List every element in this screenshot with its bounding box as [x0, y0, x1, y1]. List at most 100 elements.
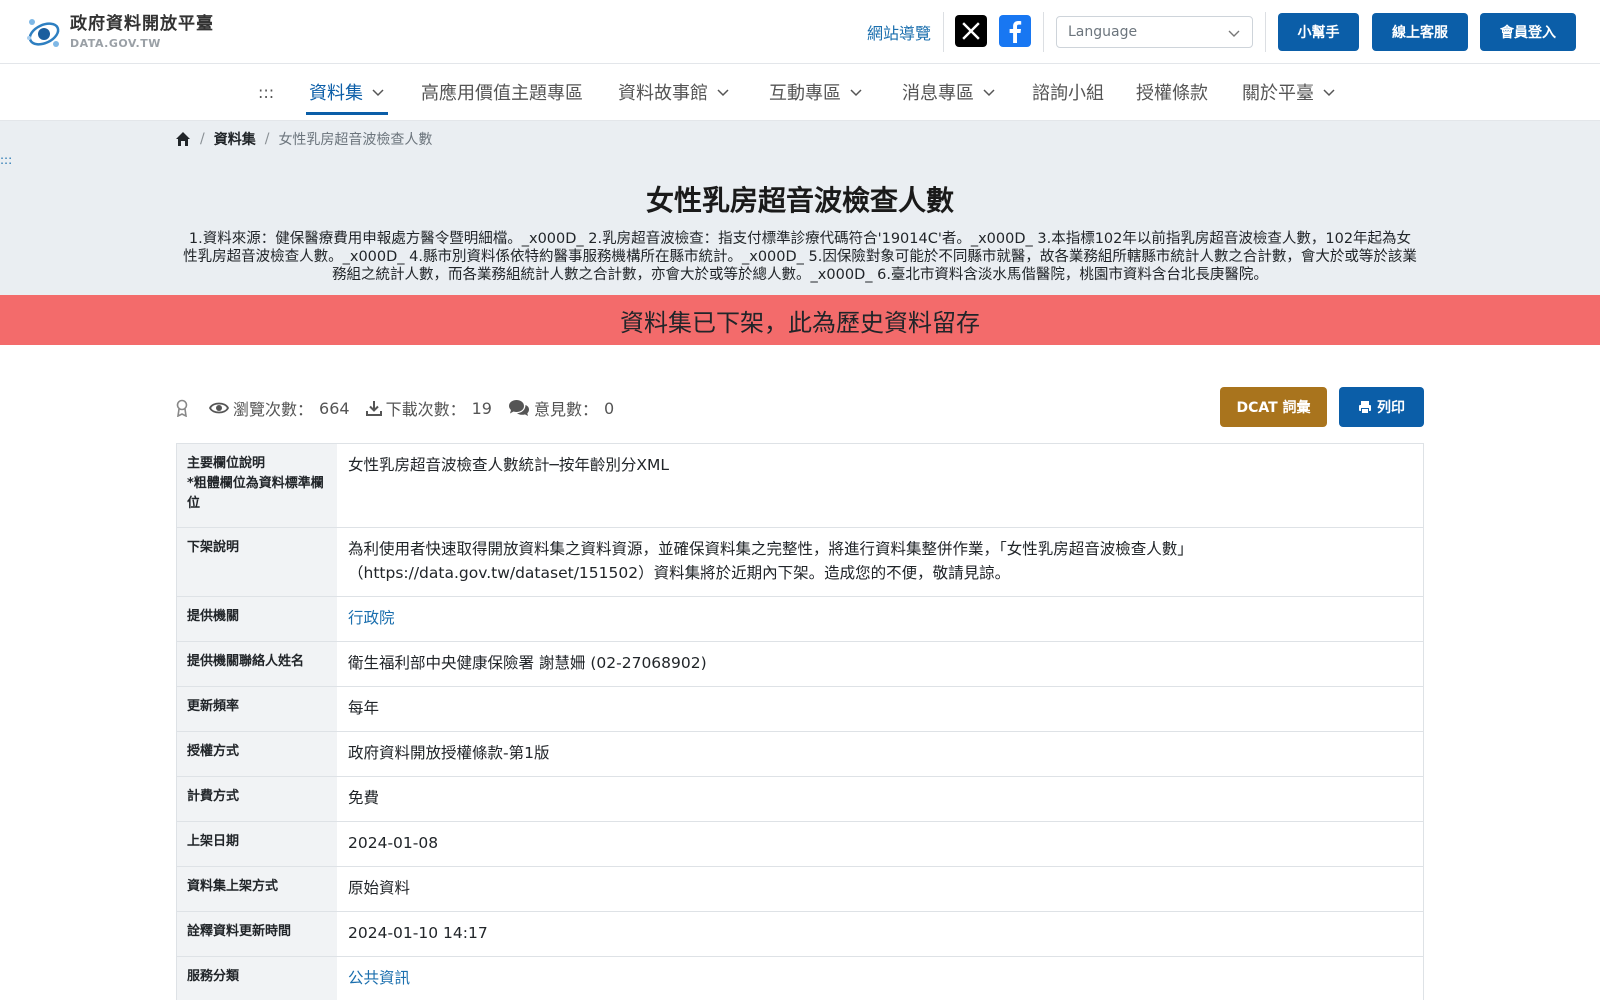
row-label: 下架說明	[177, 528, 337, 596]
logo-subtitle: DATA.GOV.TW	[70, 36, 161, 50]
table-row: 主要欄位說明 *粗體欄位為資料標準欄位 女性乳房超音波檢查人數統計─按年齡別分X…	[177, 444, 1423, 528]
table-row: 計費方式 免費	[177, 777, 1423, 822]
table-row: 授權方式 政府資料開放授權條款-第1版	[177, 732, 1423, 777]
table-row: 資料集上架方式 原始資料	[177, 867, 1423, 912]
nav-item-high-value[interactable]: 高應用價值主題專區	[421, 78, 583, 106]
breadcrumb-separator: /	[264, 131, 270, 147]
row-label: 提供機關	[177, 597, 337, 641]
row-label: 上架日期	[177, 822, 337, 866]
comments-stat: 意見數： 0	[508, 396, 614, 420]
page-title: 女性乳房超音波檢查人數	[645, 184, 954, 217]
table-row: 提供機關 行政院	[177, 597, 1423, 642]
nav-item-about[interactable]: 關於平臺	[1242, 78, 1336, 106]
nav-active-indicator	[306, 112, 388, 115]
dataset-stats: 瀏覽次數： 664 下載次數： 19 意見數： 0	[175, 394, 630, 422]
row-label: 詮釋資料更新時間	[177, 912, 337, 956]
main-field-label: 主要欄位說明	[187, 456, 266, 471]
nav-item-label: 授權條款	[1136, 83, 1208, 104]
nav-item-label: 諮詢小組	[1032, 83, 1104, 104]
login-button[interactable]: 會員登入	[1480, 13, 1576, 51]
breadcrumb-separator: /	[200, 131, 205, 147]
eye-icon	[209, 402, 229, 414]
table-row: 更新頻率 每年	[177, 687, 1423, 732]
nav-item-interactive[interactable]: 互動專區	[769, 78, 863, 106]
table-row: 上架日期 2024-01-08	[177, 822, 1423, 867]
content-accesskey[interactable]: :::	[0, 153, 12, 167]
dataset-description: 1.資料來源：健保醫療費用申報處方醫令暨明細檔。_x000D_ 2.乳房超音波檢…	[183, 231, 1417, 283]
downloads-label: 下載次數：	[385, 400, 466, 419]
language-select[interactable]: Language	[1056, 16, 1253, 48]
row-label: 主要欄位說明 *粗體欄位為資料標準欄位	[177, 444, 337, 527]
nav-accesskey[interactable]: :::	[258, 78, 274, 106]
main-field-note: *粗體欄位為資料標準欄位	[187, 476, 324, 511]
language-select-value: Language	[1068, 24, 1138, 40]
sitemap-link[interactable]: 網站導覽	[867, 20, 931, 44]
home-icon[interactable]	[175, 131, 191, 147]
online-support-button[interactable]: 線上客服	[1372, 13, 1468, 51]
dataset-title-region: / 資料集 / 女性乳房超音波檢查人數 ::: 女性乳房超音波檢查人數 1.資料…	[0, 121, 1600, 295]
views-stat: 瀏覽次數： 664	[209, 396, 350, 420]
nav-item-label: 消息專區	[902, 83, 974, 104]
comments-label: 意見數：	[533, 400, 598, 419]
header-divider	[943, 12, 944, 52]
breadcrumb-current: 女性乳房超音波檢查人數	[278, 132, 433, 148]
row-value: 2024-01-10 14:17	[348, 924, 488, 942]
delisted-banner: 資料集已下架，此為歷史資料留存	[0, 295, 1600, 345]
header-divider	[1265, 12, 1266, 52]
x-logo-icon	[962, 22, 980, 40]
views-label: 瀏覽次數：	[233, 400, 314, 419]
dcat-vocabulary-button[interactable]: DCAT 詞彙	[1220, 387, 1327, 427]
chevron-down-icon	[1228, 30, 1240, 37]
nav-item-label: 互動專區	[769, 83, 841, 104]
facebook-share-button[interactable]	[999, 15, 1031, 47]
comments-icon	[508, 400, 529, 416]
dataset-info-table: 主要欄位說明 *粗體欄位為資料標準欄位 女性乳房超音波檢查人數統計─按年齡別分X…	[176, 443, 1424, 1000]
row-label: 更新頻率	[177, 687, 337, 731]
nav-item-advisory[interactable]: 諮詢小組	[1032, 78, 1104, 106]
row-value: 2024-01-08	[348, 834, 439, 852]
printer-icon	[1359, 401, 1371, 414]
download-icon	[365, 401, 382, 416]
nav-item-datasets[interactable]: 資料集	[309, 78, 385, 106]
nav-item-label: 高應用價值主題專區	[421, 83, 583, 104]
table-row: 提供機關聯絡人姓名 衛生福利部中央健康保險署 謝慧姍 (02-27068902)	[177, 642, 1423, 687]
row-value: 公共資訊	[337, 957, 1423, 1000]
chevron-down-icon	[1323, 89, 1335, 97]
helper-button[interactable]: 小幫手	[1278, 13, 1359, 51]
row-value: 免費	[348, 789, 380, 807]
x-share-button[interactable]	[955, 15, 987, 47]
row-label: 計費方式	[177, 777, 337, 821]
facebook-logo-icon	[1009, 21, 1022, 43]
chevron-down-icon	[717, 89, 729, 97]
site-logo[interactable]: 政府資料開放平臺 DATA.GOV.TW	[24, 12, 214, 52]
row-value: 原始資料	[348, 879, 411, 897]
print-button[interactable]: 列印	[1339, 387, 1424, 427]
logo-mark-icon	[27, 19, 60, 47]
breadcrumb-datasets[interactable]: 資料集	[214, 129, 256, 149]
row-label: 資料集上架方式	[177, 867, 337, 911]
row-value: 每年	[348, 699, 380, 717]
print-button-label: 列印	[1377, 400, 1405, 416]
nav-item-license[interactable]: 授權條款	[1136, 78, 1208, 106]
chevron-down-icon	[983, 89, 995, 97]
badge-stat	[175, 399, 193, 417]
breadcrumb: / 資料集 / 女性乳房超音波檢查人數	[175, 129, 432, 149]
nav-item-label: 資料故事館	[618, 83, 708, 104]
nav-item-stories[interactable]: 資料故事館	[618, 78, 730, 106]
nav-item-label: 關於平臺	[1242, 83, 1314, 104]
views-count: 664	[319, 398, 350, 418]
nav-item-news[interactable]: 消息專區	[902, 78, 996, 106]
row-value: 政府資料開放授權條款-第1版	[348, 744, 550, 762]
chevron-down-icon	[372, 89, 384, 97]
table-row: 下架說明 為利使用者快速取得開放資料集之資料資源，並確保資料集之完整性，將進行資…	[177, 528, 1423, 597]
row-value: 衛生福利部中央健康保險署 謝慧姍 (02-27068902)	[348, 654, 707, 672]
main-nav: ::: 資料集 高應用價值主題專區 資料故事館 互動專區 消息專區 諮詢小組 授…	[0, 64, 1600, 121]
row-label: 服務分類	[177, 957, 337, 1000]
header-divider	[1043, 12, 1044, 52]
table-row: 詮釋資料更新時間 2024-01-10 14:17	[177, 912, 1423, 957]
provider-agency-link[interactable]: 行政院	[348, 609, 395, 627]
downloads-stat: 下載次數： 19	[365, 396, 492, 420]
service-category-link[interactable]: 公共資訊	[348, 969, 410, 987]
row-value: 女性乳房超音波檢查人數統計─按年齡別分XML	[348, 456, 669, 474]
site-header: 政府資料開放平臺 DATA.GOV.TW 網站導覽 Language 小幫手 線…	[0, 0, 1600, 64]
